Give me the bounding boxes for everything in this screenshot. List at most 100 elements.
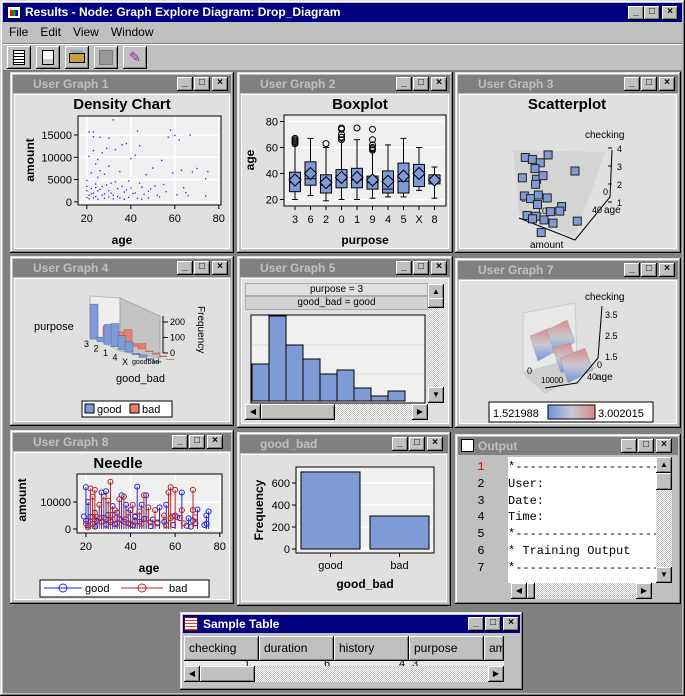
data-point bbox=[88, 194, 90, 196]
chart-title: Needle bbox=[93, 455, 142, 472]
x-tick-label: 5 bbox=[400, 214, 406, 226]
x-tick-label: 2 bbox=[323, 214, 329, 226]
scroll-thumb[interactable] bbox=[527, 583, 535, 599]
z-tick-label: 1 bbox=[617, 198, 622, 208]
scroll-right-button[interactable]: ▶ bbox=[488, 666, 504, 682]
output-line: Time: bbox=[508, 510, 545, 525]
column-header-checking[interactable]: checking bbox=[184, 636, 259, 661]
output-icon bbox=[461, 439, 474, 452]
chart-title: Boxplot bbox=[332, 96, 388, 113]
purpose-tick-label: 2 bbox=[94, 344, 99, 354]
data-point bbox=[88, 198, 90, 200]
output-text-area[interactable]: *------------------------ User: Date: Time:… bbox=[508, 457, 656, 583]
maximize-button[interactable]: □ bbox=[644, 6, 660, 20]
close-button[interactable]: × bbox=[503, 617, 519, 631]
data-point bbox=[543, 150, 553, 160]
close-button[interactable]: × bbox=[656, 439, 672, 453]
close-button[interactable]: × bbox=[662, 6, 678, 20]
y-axis-label: age bbox=[243, 149, 257, 170]
data-point bbox=[97, 158, 99, 161]
data-point bbox=[92, 149, 95, 152]
user-graph-1-window: User Graph 1 _ □ × Density Chart age amoun… bbox=[10, 72, 234, 253]
bar-bad-9 bbox=[137, 343, 147, 350]
column-header-amount[interactable]: amo bbox=[484, 636, 504, 661]
x-tick-label: 6 bbox=[307, 214, 313, 226]
maximize-button[interactable]: □ bbox=[638, 439, 654, 453]
table-icon bbox=[184, 617, 198, 631]
properties-icon bbox=[42, 50, 54, 65]
scroll-thumb[interactable] bbox=[656, 473, 672, 490]
data-point bbox=[103, 173, 106, 175]
data-point bbox=[125, 142, 128, 145]
line-number: 3 bbox=[477, 493, 485, 508]
column-header-duration[interactable]: duration bbox=[259, 636, 334, 661]
data-point bbox=[150, 188, 152, 190]
data-point bbox=[106, 184, 108, 186]
legend-swatch-bad bbox=[129, 403, 140, 414]
column-header-purpose[interactable]: purpose bbox=[409, 636, 484, 661]
chart-title: Scatterplot bbox=[528, 96, 606, 113]
user-graph-5-window: User Graph 5 _ □ × purpose = 3 good_bad = … bbox=[237, 256, 453, 428]
maximize-button[interactable]: □ bbox=[485, 617, 501, 631]
z-axis-label: Frequency bbox=[195, 306, 206, 353]
scroll-up-button[interactable]: ▲ bbox=[656, 457, 672, 473]
data-point bbox=[86, 179, 88, 182]
plot-area bbox=[77, 115, 222, 206]
properties-button[interactable] bbox=[36, 46, 60, 69]
x-tick-label: 80 bbox=[213, 213, 225, 225]
output-line: User: bbox=[508, 476, 545, 491]
data-point bbox=[136, 197, 139, 200]
scroll-down-button[interactable]: ▼ bbox=[656, 567, 672, 583]
data-point bbox=[207, 170, 209, 173]
scroll-right-button[interactable]: ▶ bbox=[636, 583, 652, 599]
grid-disabled-icon bbox=[99, 50, 113, 65]
app-title: Results - Node: Graph Explore Diagram: D… bbox=[25, 5, 341, 19]
data-point bbox=[531, 179, 541, 189]
purpose-tick-label: 4 bbox=[113, 353, 118, 363]
menu-file[interactable]: File bbox=[3, 23, 34, 41]
scroll-left-button[interactable]: ◀ bbox=[184, 666, 200, 682]
data-point bbox=[119, 197, 121, 199]
data-point bbox=[112, 194, 114, 196]
bar-good-3 bbox=[89, 303, 99, 340]
x-tick-label: 1 bbox=[354, 214, 360, 226]
data-point bbox=[95, 163, 97, 165]
scroll-thumb[interactable] bbox=[200, 666, 255, 682]
good-bad-window: good_bad _ □ × good_bad Frequency 0 200 400 6… bbox=[237, 432, 451, 606]
svg-text:bad: bad bbox=[169, 583, 187, 595]
histogram-bar bbox=[370, 395, 389, 402]
menu-view[interactable]: View bbox=[67, 23, 105, 41]
x-tick-label: 40 bbox=[124, 541, 136, 553]
y-tick-label: 80 bbox=[266, 117, 278, 129]
data-point bbox=[167, 136, 169, 138]
data-point bbox=[536, 228, 546, 238]
data-point bbox=[90, 193, 92, 195]
menu-edit[interactable]: Edit bbox=[34, 23, 67, 41]
data-point bbox=[147, 197, 150, 199]
minimize-button[interactable]: _ bbox=[621, 439, 637, 453]
z-tick-label: 1.5 bbox=[605, 352, 618, 362]
data-point bbox=[123, 191, 125, 193]
data-point bbox=[117, 187, 119, 190]
output-line: Date: bbox=[508, 493, 545, 508]
data-point bbox=[205, 178, 207, 180]
output-line: * Training Output bbox=[508, 543, 631, 558]
data-point bbox=[205, 195, 207, 197]
bar-bad bbox=[369, 515, 430, 550]
menu-window[interactable]: Window bbox=[105, 23, 160, 41]
column-header-history[interactable]: history bbox=[334, 636, 409, 661]
x-tick-label: bad bbox=[390, 560, 408, 572]
data-point bbox=[136, 130, 139, 132]
minimize-button[interactable]: _ bbox=[628, 6, 644, 20]
print-button[interactable] bbox=[65, 46, 89, 69]
menu-bar: File Edit View Window bbox=[3, 23, 160, 41]
x-axis-label: age bbox=[139, 561, 160, 575]
y-tick-label: 20 bbox=[266, 195, 278, 207]
data-point bbox=[163, 183, 165, 186]
data-point bbox=[172, 172, 174, 174]
minimize-button[interactable]: _ bbox=[468, 617, 484, 631]
notepad-button[interactable] bbox=[7, 46, 31, 69]
scroll-left-button[interactable]: ◀ bbox=[511, 583, 527, 599]
output-window: Output _□× *------------------------User… bbox=[455, 434, 681, 604]
wizard-button[interactable]: ✎ bbox=[123, 46, 147, 69]
